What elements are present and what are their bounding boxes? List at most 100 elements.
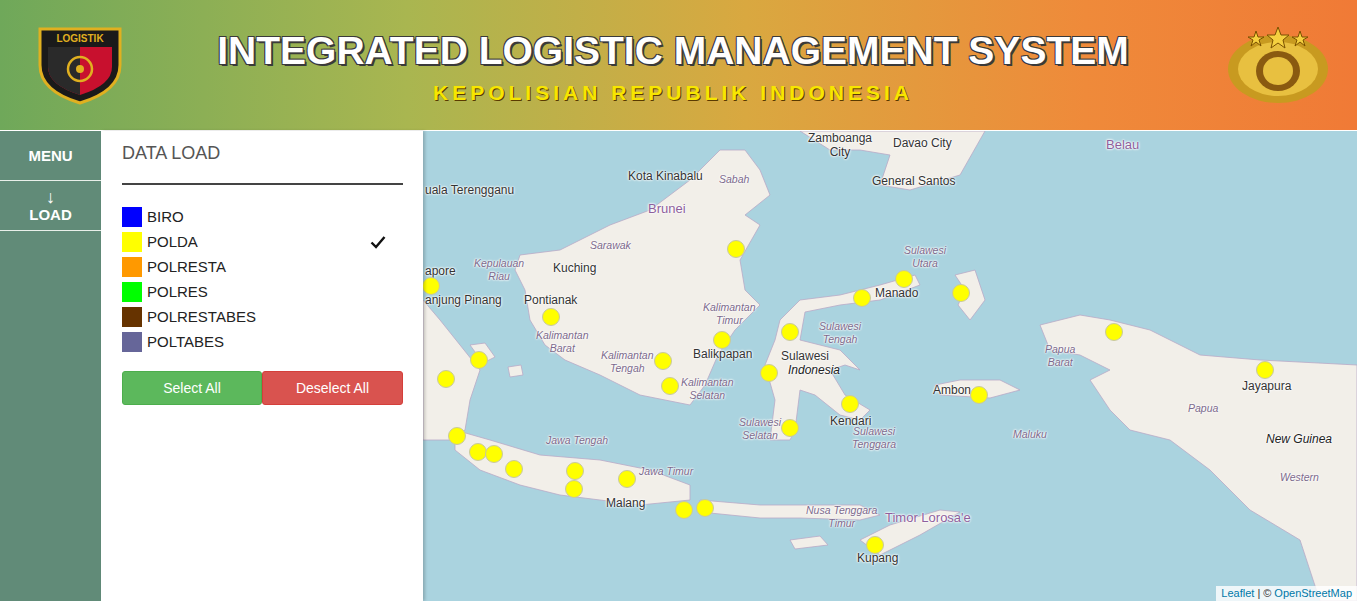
map-label: SulawesiSelatan: [739, 416, 781, 441]
down-arrow-icon: ↓: [46, 188, 55, 206]
main-area: MENU↓LOADDATA LOADBIROPOLDAPOLRESTAPOLRE…: [0, 131, 1357, 601]
map-pin[interactable]: [895, 270, 913, 288]
map-pin[interactable]: [565, 480, 583, 498]
map-pin[interactable]: [1105, 323, 1123, 341]
leaflet-link[interactable]: Leaflet: [1221, 586, 1254, 601]
map-label: PapuaBarat: [1045, 343, 1075, 368]
map-label: Nusa TenggaraTimur: [806, 504, 877, 529]
map-label: Sabah: [719, 173, 749, 186]
police-emblem-icon: [1222, 25, 1335, 105]
map-label: Pontianak: [524, 293, 577, 307]
map-pin[interactable]: [713, 331, 731, 349]
panel-button[interactable]: Deselect All: [262, 371, 403, 405]
map-label: KalimantanBarat: [536, 329, 589, 354]
check-icon: [370, 235, 386, 249]
layer-label: POLRESTABES: [147, 308, 256, 325]
nav-item[interactable]: ↓LOAD: [0, 181, 101, 231]
layer-swatch: [122, 257, 142, 277]
layer-swatch: [122, 332, 142, 352]
panel-button[interactable]: Select All: [122, 371, 262, 405]
map-pin[interactable]: [437, 370, 455, 388]
map-label: SulawesiUtara: [904, 244, 946, 269]
layer-label: BIRO: [147, 208, 184, 225]
data-load-panel: DATA LOAD BIRO POLDA POLRESTA POLRES POLRESTA…: [101, 131, 423, 601]
panel-title: DATA LOAD: [122, 143, 403, 163]
layer-swatch: [122, 232, 142, 252]
map-label: Kota Kinabalu: [628, 169, 703, 183]
map-pin[interactable]: [952, 284, 970, 302]
map[interactable]: ZamboangaCityDavao CityBelauKota Kinabal…: [423, 131, 1357, 601]
map-pin[interactable]: [423, 277, 440, 295]
map-pin[interactable]: [618, 470, 636, 488]
app-subtitle: KEPOLISIAN REPUBLIK INDONESIA: [433, 81, 913, 105]
layer-swatch: [122, 282, 142, 302]
map-label: Jayapura: [1242, 379, 1291, 393]
osm-link[interactable]: OpenStreetMap: [1274, 586, 1352, 601]
map-pin[interactable]: [696, 499, 714, 517]
layer-row[interactable]: POLRESTABES: [122, 304, 403, 329]
map-pin[interactable]: [970, 386, 988, 404]
panel-divider: [122, 183, 403, 185]
map-pin[interactable]: [1256, 361, 1274, 379]
map-pin[interactable]: [505, 460, 523, 478]
layer-label: POLRES: [147, 283, 208, 300]
layer-row[interactable]: POLTABES: [122, 329, 403, 354]
layer-row[interactable]: POLRES: [122, 279, 403, 304]
map-label: SulawesiTengah: [819, 320, 861, 345]
layer-row[interactable]: POLRESTA: [122, 254, 403, 279]
map-pin[interactable]: [866, 536, 884, 554]
map-pin[interactable]: [542, 308, 560, 326]
map-pin[interactable]: [661, 377, 679, 395]
map-label: Ambon: [933, 383, 971, 397]
map-label: New Guinea: [1266, 432, 1332, 446]
map-pin[interactable]: [485, 445, 503, 463]
map-label: Balikpapan: [693, 347, 752, 361]
map-label: KalimantanTengah: [601, 349, 654, 374]
map-pin[interactable]: [727, 240, 745, 258]
map-pin[interactable]: [760, 364, 778, 382]
layer-label: POLTABES: [147, 333, 224, 350]
map-pin[interactable]: [781, 419, 799, 437]
map-label: Timor Lorosa'e: [885, 510, 971, 525]
map-label: Sarawak: [590, 239, 631, 252]
map-label: Indonesia: [788, 363, 840, 377]
map-label: uala Terengganu: [425, 183, 514, 197]
title-block: INTEGRATED LOGISTIC MANAGEMENT SYSTEMKEP…: [124, 25, 1222, 105]
map-pin[interactable]: [853, 289, 871, 307]
map-pin[interactable]: [841, 395, 859, 413]
map-label: Jawa Timur: [639, 465, 693, 478]
map-pin[interactable]: [654, 352, 672, 370]
map-label: SulawesiTenggara: [852, 425, 896, 450]
map-label: Malang: [606, 496, 645, 510]
layer-label: POLDA: [147, 233, 198, 250]
map-label: Kuching: [553, 261, 596, 275]
layer-list: BIRO POLDA POLRESTA POLRES POLRESTABES POLTAB…: [122, 204, 403, 354]
nav-label: LOAD: [29, 206, 72, 224]
map-label: KepulauanRiau: [474, 257, 524, 282]
layer-swatch: [122, 307, 142, 327]
nav-item[interactable]: MENU: [0, 131, 101, 181]
app: LOGISTIK INTEGRATED LOGISTIC MANAGEMENT S…: [0, 0, 1357, 601]
button-row: Select AllDeselect All: [122, 371, 403, 405]
map-pin[interactable]: [566, 462, 584, 480]
logistik-shield-icon: LOGISTIK: [36, 25, 124, 105]
map-label: Belau: [1106, 137, 1139, 152]
map-pin[interactable]: [470, 351, 488, 369]
layer-label: POLRESTA: [147, 258, 226, 275]
layer-row[interactable]: BIRO: [122, 204, 403, 229]
map-label: Papua: [1188, 402, 1218, 415]
map-pin[interactable]: [448, 427, 466, 445]
map-pin[interactable]: [675, 501, 693, 519]
map-label: apore: [425, 264, 456, 278]
map-label: KalimantanTimur: [703, 301, 756, 326]
map-label: Sulawesi: [781, 349, 829, 363]
logo-text: LOGISTIK: [56, 33, 104, 44]
layer-row[interactable]: POLDA: [122, 229, 403, 254]
map-label: Western: [1280, 471, 1319, 484]
map-pin[interactable]: [781, 323, 799, 341]
map-label: General Santos: [872, 174, 955, 188]
map-label: Jawa Tengah: [546, 434, 608, 447]
map-label: Maluku: [1013, 428, 1047, 441]
map-label: KalimantanSelatan: [681, 376, 734, 401]
map-attribution: Leaflet|©OpenStreetMap: [1216, 586, 1357, 601]
